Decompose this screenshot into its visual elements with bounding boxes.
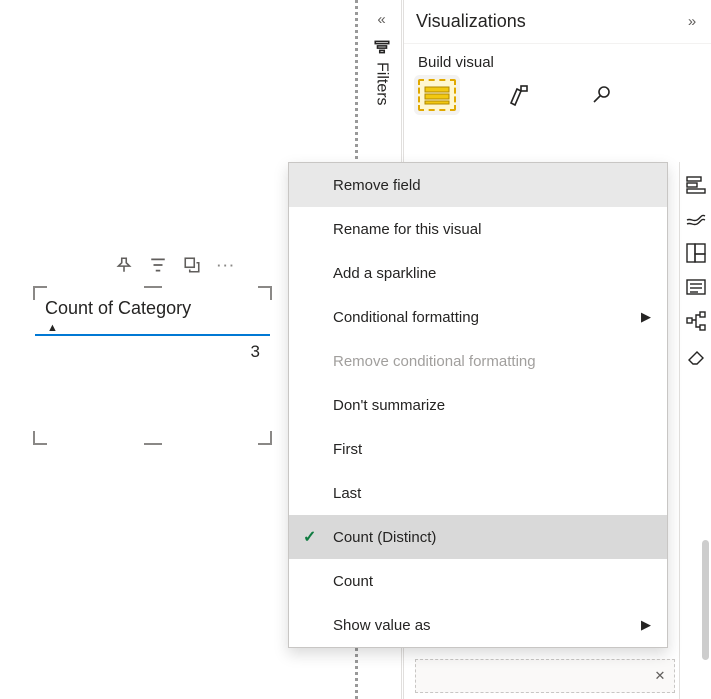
menu-count[interactable]: Count: [289, 559, 667, 603]
card-visual[interactable]: Count of Category ▲ 3: [35, 288, 270, 443]
card-icon[interactable]: [685, 276, 707, 298]
more-options-icon[interactable]: ···: [217, 258, 235, 276]
menu-conditional-formatting[interactable]: Conditional formatting ▶: [289, 295, 667, 339]
menu-item-label: Show value as: [333, 617, 431, 634]
menu-first[interactable]: First: [289, 427, 667, 471]
analytics-tab[interactable]: [582, 79, 620, 111]
build-visual-label: Build visual: [404, 44, 711, 77]
menu-remove-conditional-formatting: Remove conditional formatting: [289, 339, 667, 383]
menu-dont-summarize[interactable]: Don't summarize: [289, 383, 667, 427]
decomposition-tree-icon[interactable]: [685, 310, 707, 332]
menu-item-label: Add a sparkline: [333, 265, 436, 282]
menu-item-label: First: [333, 441, 362, 458]
menu-item-label: Rename for this visual: [333, 221, 481, 238]
resize-handle[interactable]: [144, 286, 162, 294]
scrollbar[interactable]: [702, 540, 709, 660]
eraser-icon[interactable]: [685, 344, 707, 366]
menu-rename[interactable]: Rename for this visual: [289, 207, 667, 251]
menu-item-label: Don't summarize: [333, 397, 445, 414]
filters-icon: [373, 38, 391, 56]
filter-icon[interactable]: [149, 256, 167, 277]
resize-handle[interactable]: [33, 286, 47, 300]
submenu-caret-icon: ▶: [641, 617, 651, 633]
resize-handle[interactable]: [258, 286, 272, 300]
build-visual-tab[interactable]: [418, 79, 456, 111]
menu-count-distinct[interactable]: ✓ Count (Distinct): [289, 515, 667, 559]
stacked-bar-icon[interactable]: [685, 174, 707, 196]
resize-handle[interactable]: [144, 437, 162, 445]
menu-item-label: Remove conditional formatting: [333, 353, 536, 370]
menu-last[interactable]: Last: [289, 471, 667, 515]
visual-header-toolbar: ···: [115, 256, 235, 277]
treemap-icon[interactable]: [685, 242, 707, 264]
submenu-caret-icon: ▶: [641, 309, 651, 325]
filters-label: Filters: [373, 62, 391, 106]
expand-filters-icon[interactable]: «: [371, 8, 393, 30]
remove-field-x-icon[interactable]: ✕: [651, 667, 669, 685]
menu-add-sparkline[interactable]: Add a sparkline: [289, 251, 667, 295]
ribbon-chart-icon[interactable]: [685, 208, 707, 230]
menu-item-label: Count: [333, 573, 373, 590]
menu-item-label: Last: [333, 485, 361, 502]
menu-item-label: Remove field: [333, 177, 421, 194]
format-visual-tab[interactable]: [500, 79, 538, 111]
sort-ascending-icon: ▲: [47, 323, 270, 334]
menu-show-value-as[interactable]: Show value as ▶: [289, 603, 667, 647]
focus-mode-icon[interactable]: [183, 256, 201, 277]
collapse-pane-icon[interactable]: »: [681, 11, 703, 33]
menu-item-label: Count (Distinct): [333, 529, 436, 546]
menu-item-label: Conditional formatting: [333, 309, 479, 326]
pin-icon[interactable]: [115, 256, 133, 277]
field-well-placeholder[interactable]: [415, 659, 675, 693]
build-tabs: [404, 77, 711, 119]
resize-handle[interactable]: [258, 431, 272, 445]
checkmark-icon: ✓: [303, 527, 316, 547]
pane-title: Visualizations: [410, 11, 681, 32]
field-context-menu: Remove field Rename for this visual Add …: [288, 162, 668, 648]
menu-remove-field[interactable]: Remove field: [289, 163, 667, 207]
visual-value: 3: [35, 336, 270, 368]
resize-handle[interactable]: [33, 431, 47, 445]
